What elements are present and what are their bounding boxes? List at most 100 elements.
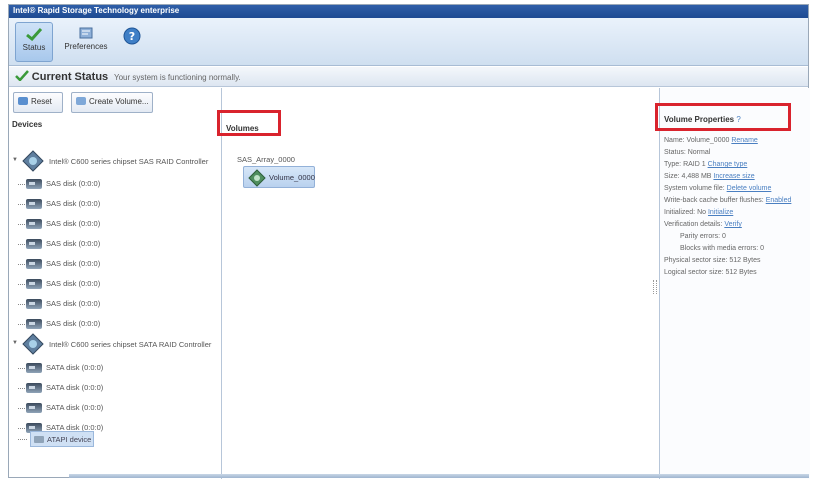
sata-disk-label: SATA disk (0:0:0)	[46, 383, 104, 392]
create-volume-button-label: Create Volume...	[89, 97, 149, 106]
prop-text: System volume file:	[664, 185, 725, 192]
raid-controller-icon	[22, 333, 44, 355]
raid-controller-icon	[22, 150, 44, 172]
prop-text: Blocks with media errors: 0	[680, 245, 765, 252]
sas-disk-1[interactable]: SAS disk (0:0:0)	[9, 176, 219, 192]
help-toolbar-button[interactable]: ?	[117, 22, 147, 62]
prop-cache-flush: Write-back cache buffer flushes: Enabled	[664, 197, 791, 204]
current-status-bar: Current Status Your system is functionin…	[9, 67, 808, 87]
devices-header: Devices	[12, 120, 43, 129]
volume-icon	[248, 169, 266, 187]
help-icon[interactable]: ?	[736, 115, 740, 124]
sas-disk-label: SAS disk (0:0:0)	[46, 259, 101, 268]
disk-icon	[26, 179, 42, 189]
controller-sata[interactable]: ▼ Intel® C600 series chipset SATA RAID C…	[9, 333, 219, 355]
prop-text: Name: Volume_0000	[664, 137, 730, 144]
prop-verification: Verification details: Verify	[664, 221, 742, 228]
disk-icon	[26, 383, 42, 393]
verify-link[interactable]: Verify	[724, 221, 742, 228]
prop-text: Initialized: No	[664, 209, 707, 216]
sas-disk-4[interactable]: SAS disk (0:0:0)	[9, 236, 219, 252]
preferences-icon	[79, 27, 93, 39]
controller-sata-label: Intel® C600 series chipset SATA RAID Con…	[49, 340, 212, 349]
prop-size: Size: 4,488 MB Increase size	[664, 173, 755, 180]
status-toolbar-button[interactable]: Status	[15, 22, 53, 62]
svg-text:?: ?	[129, 30, 135, 43]
controller-sas[interactable]: ▼ Intel® C600 series chipset SAS RAID Co…	[9, 150, 219, 172]
sas-disk-3[interactable]: SAS disk (0:0:0)	[9, 216, 219, 232]
volumes-pane: Volumes SAS_Array_0000 Volume_0000	[217, 88, 659, 479]
help-icon: ?	[123, 27, 141, 45]
sas-disk-7[interactable]: SAS disk (0:0:0)	[9, 296, 219, 312]
controller-sas-label: Intel® C600 series chipset SAS RAID Cont…	[49, 157, 209, 166]
sas-disk-label: SAS disk (0:0:0)	[46, 199, 101, 208]
status-toolbar-label: Status	[22, 43, 46, 52]
prop-name: Name: Volume_0000 Rename	[664, 137, 758, 144]
disk-icon	[26, 363, 42, 373]
atapi-device[interactable]: ATAPI device	[9, 430, 109, 448]
array-label[interactable]: SAS_Array_0000	[237, 155, 295, 164]
delete-volume-link[interactable]: Delete volume	[727, 185, 772, 192]
pane-splitter[interactable]	[653, 280, 657, 294]
disk-icon	[26, 239, 42, 249]
sas-disk-label: SAS disk (0:0:0)	[46, 279, 101, 288]
cache-flush-link[interactable]: Enabled	[766, 197, 792, 204]
rename-link[interactable]: Rename	[731, 137, 757, 144]
disk-icon	[26, 299, 42, 309]
prop-initialized: Initialized: No Initialize	[664, 209, 733, 216]
prop-text: Write-back cache buffer flushes:	[664, 197, 764, 204]
disk-icon	[26, 279, 42, 289]
collapse-icon[interactable]: ▼	[12, 340, 18, 346]
prop-type: Type: RAID 1 Change type	[664, 161, 747, 168]
sata-disk-label: SATA disk (0:0:0)	[46, 363, 104, 372]
properties-title: Volume Properties ?	[664, 115, 741, 124]
sas-disk-6[interactable]: SAS disk (0:0:0)	[9, 276, 219, 292]
prop-text: Status: Normal	[664, 149, 711, 156]
prop-text: Type: RAID 1	[664, 161, 706, 168]
collapse-icon[interactable]: ▼	[12, 157, 18, 163]
preferences-toolbar-button[interactable]: Preferences	[61, 22, 111, 62]
properties-title-text: Volume Properties	[664, 115, 735, 124]
preferences-toolbar-label: Preferences	[64, 42, 108, 51]
create-volume-icon	[76, 97, 86, 105]
prop-text: Size: 4,488 MB	[664, 173, 712, 180]
horizontal-scrollbar[interactable]	[69, 474, 809, 478]
sata-disk-3[interactable]: SATA disk (0:0:0)	[9, 400, 219, 416]
window-title: Intel® Rapid Storage Technology enterpri…	[9, 5, 808, 18]
sata-disk-label: SATA disk (0:0:0)	[46, 403, 104, 412]
volume-tile[interactable]: Volume_0000	[243, 166, 315, 188]
sata-disk-2[interactable]: SATA disk (0:0:0)	[9, 380, 219, 396]
disk-icon	[26, 199, 42, 209]
sas-disk-2[interactable]: SAS disk (0:0:0)	[9, 196, 219, 212]
status-icon	[26, 27, 43, 41]
prop-physical-sector: Physical sector size: 512 Bytes	[664, 257, 761, 264]
reset-button[interactable]: Reset	[13, 92, 63, 113]
reset-button-label: Reset	[31, 97, 52, 106]
volume-tile-label: Volume_0000	[269, 173, 315, 182]
reset-icon	[18, 97, 28, 105]
disk-icon	[26, 219, 42, 229]
initialize-link[interactable]: Initialize	[708, 209, 733, 216]
properties-pane: Volume Properties ? Name: Volume_0000 Re…	[655, 88, 810, 479]
sas-disk-5[interactable]: SAS disk (0:0:0)	[9, 256, 219, 272]
sas-disk-label: SAS disk (0:0:0)	[46, 219, 101, 228]
prop-system-volume: System volume file: Delete volume	[664, 185, 771, 192]
create-volume-button[interactable]: Create Volume...	[71, 92, 153, 113]
disk-icon	[26, 319, 42, 329]
disk-icon	[26, 259, 42, 269]
sata-disk-1[interactable]: SATA disk (0:0:0)	[9, 360, 219, 376]
change-type-link[interactable]: Change type	[708, 161, 748, 168]
prop-status: Status: Normal	[664, 149, 710, 156]
app-window: Intel® Rapid Storage Technology enterpri…	[8, 4, 810, 479]
toolbar: Status Preferences ?	[9, 18, 808, 66]
devices-pane: Reset Create Volume... Devices ▼ Intel® …	[9, 88, 222, 479]
sas-disk-label: SAS disk (0:0:0)	[46, 299, 101, 308]
increase-size-link[interactable]: Increase size	[713, 173, 754, 180]
atapi-device-box[interactable]: ATAPI device	[30, 431, 94, 447]
sas-disk-8[interactable]: SAS disk (0:0:0)	[9, 316, 219, 332]
current-status-title: Current Status	[31, 71, 109, 83]
sas-disk-label: SAS disk (0:0:0)	[46, 319, 101, 328]
checkmark-icon	[15, 70, 29, 82]
atapi-device-label: ATAPI device	[47, 435, 92, 444]
disk-icon	[26, 403, 42, 413]
